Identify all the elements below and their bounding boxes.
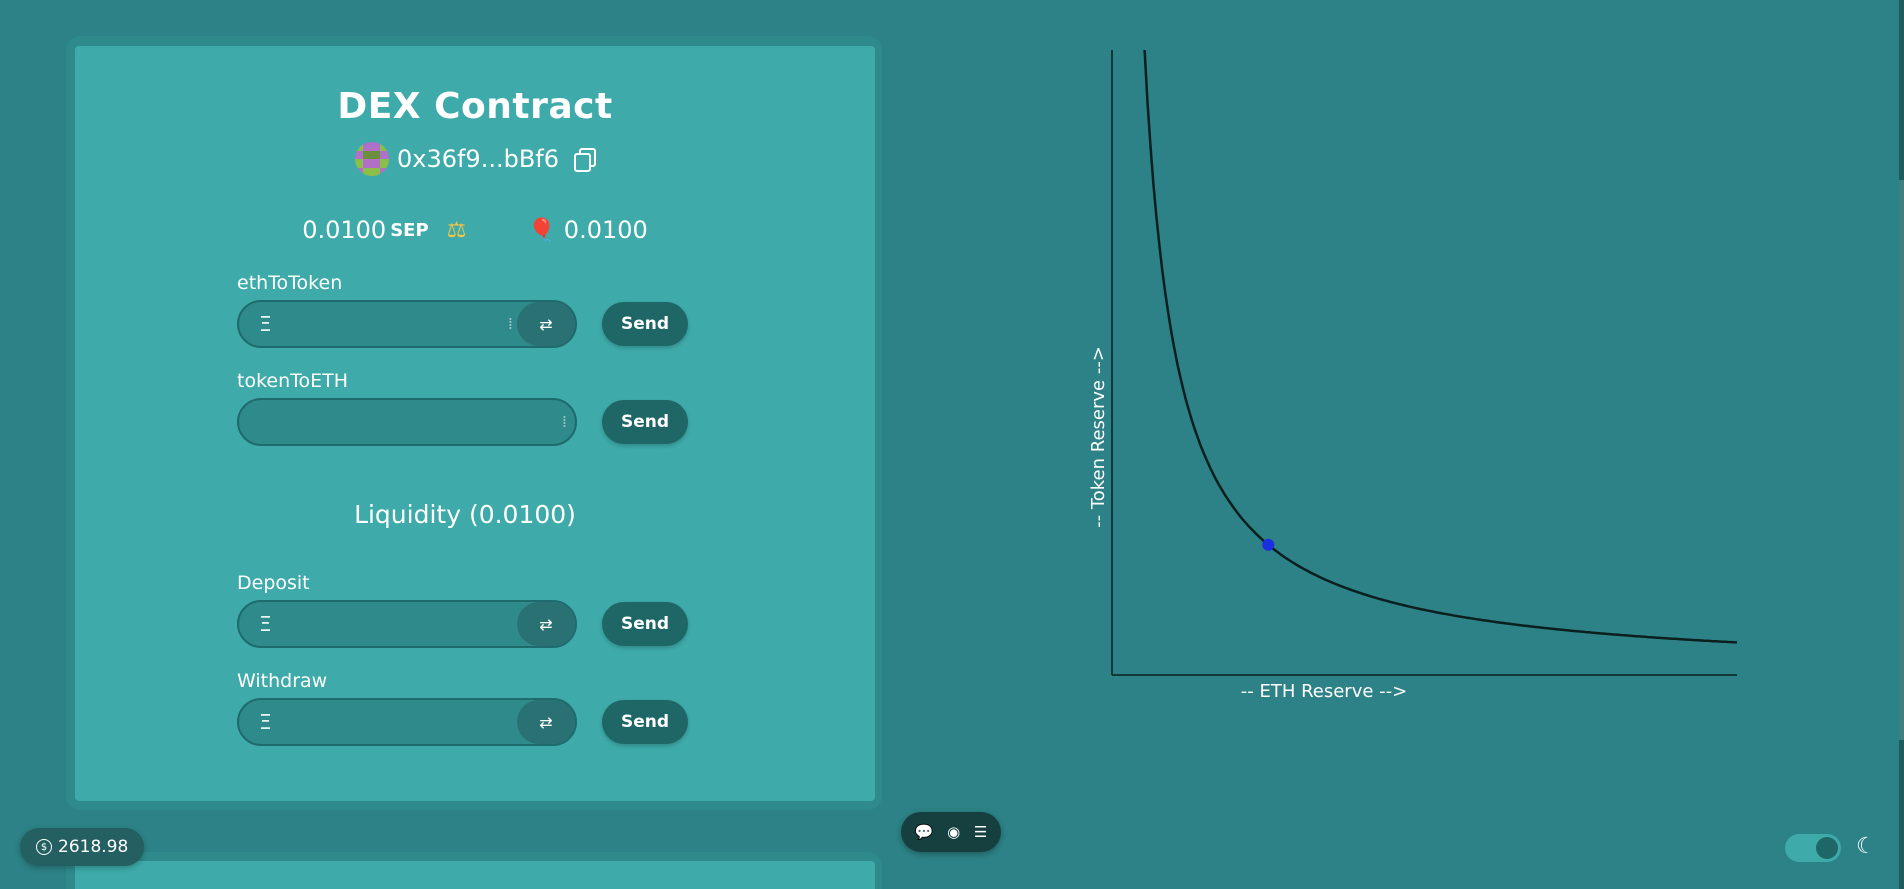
reserve-curve xyxy=(1143,49,1738,644)
withdraw-input[interactable]: Ξ ⇄ xyxy=(237,698,577,746)
balloon-icon: 🎈 xyxy=(528,217,556,243)
eth-price: 2618.98 xyxy=(58,837,129,857)
token-to-eth-input[interactable]: ⁞ xyxy=(237,398,577,446)
deposit-label: Deposit xyxy=(237,572,310,594)
moon-icon: ☾ xyxy=(1856,834,1876,859)
copy-icon[interactable] xyxy=(573,148,597,172)
balance-row: 0.0100 SEP ⚖ 🎈 0.0100 xyxy=(75,216,875,244)
floating-toolbar: 💬 ◉ ☰ xyxy=(901,812,1001,852)
chart-svg: -- ETH Reserve --> -- Token Reserve --> xyxy=(1088,49,1738,702)
swap-icon[interactable]: ⇄ xyxy=(517,602,575,646)
token-to-eth-send-button[interactable]: Send xyxy=(602,400,688,444)
eth-unit: SEP xyxy=(390,219,429,241)
eth-to-token-input[interactable]: Ξ ⁞ ⇄ xyxy=(237,300,577,348)
eth-to-token-label: ethToToken xyxy=(237,272,343,294)
grip-icon: ⁞ xyxy=(561,412,567,431)
deposit-input[interactable]: Ξ ⇄ xyxy=(237,600,577,648)
withdraw-send-button[interactable]: Send xyxy=(602,700,688,744)
swap-icon[interactable]: ⇄ xyxy=(517,700,575,744)
current-reserve-point xyxy=(1262,538,1275,551)
contract-title: DEX Contract xyxy=(337,86,613,127)
eye-icon[interactable]: ◉ xyxy=(947,823,960,841)
eth-symbol-icon: Ξ xyxy=(259,710,272,734)
eth-price-badge[interactable]: $ 2618.98 xyxy=(20,828,145,866)
x-axis-label: -- ETH Reserve --> xyxy=(1241,681,1407,702)
address-row: 0x36f9...bBf6 xyxy=(75,142,875,176)
contract-card: DEX Contract 0x36f9...bBf6 0.0100 SEP ⚖ … xyxy=(75,46,875,801)
deposit-send-button[interactable]: Send xyxy=(602,602,688,646)
scrollbar-thumb[interactable] xyxy=(1899,180,1904,740)
reserve-curve-chart: -- ETH Reserve --> -- Token Reserve --> xyxy=(1080,49,1760,714)
second-card xyxy=(75,861,875,889)
eth-symbol-icon: Ξ xyxy=(259,612,272,636)
scale-icon: ⚖ xyxy=(446,217,467,243)
liquidity-heading: Liquidity (0.0100) xyxy=(354,500,576,529)
y-axis-label: -- Token Reserve --> xyxy=(1088,346,1109,528)
grip-icon: ⁞ xyxy=(507,314,513,333)
eth-balance: 0.0100 xyxy=(302,216,387,244)
eth-symbol-icon: Ξ xyxy=(259,312,272,336)
chat-icon[interactable]: 💬 xyxy=(915,823,934,841)
withdraw-label: Withdraw xyxy=(237,670,328,692)
contract-address[interactable]: 0x36f9...bBf6 xyxy=(397,145,559,173)
eth-to-token-send-button[interactable]: Send xyxy=(602,302,688,346)
blockie-avatar xyxy=(354,142,389,176)
swap-icon[interactable]: ⇄ xyxy=(517,302,575,346)
token-balance: 0.0100 xyxy=(563,216,648,244)
list-settings-icon[interactable]: ☰ xyxy=(974,823,987,841)
dollar-icon: $ xyxy=(36,839,52,855)
token-to-eth-label: tokenToETH xyxy=(237,370,349,392)
toggle-knob xyxy=(1816,837,1838,859)
theme-toggle[interactable] xyxy=(1785,834,1841,862)
